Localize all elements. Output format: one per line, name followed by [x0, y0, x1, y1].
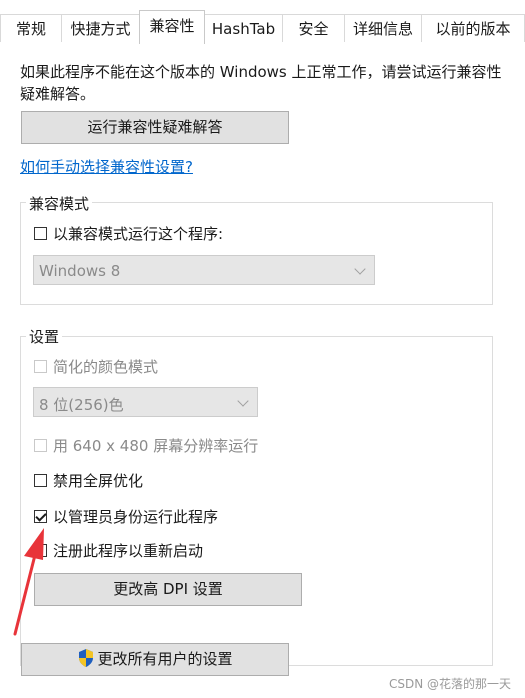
manual-settings-link[interactable]: 如何手动选择兼容性设置?: [20, 156, 193, 177]
tab-previous-versions[interactable]: 以前的版本: [421, 14, 525, 42]
color-mode-select[interactable]: 8 位(256)色: [33, 387, 258, 417]
run-troubleshooter-button[interactable]: 运行兼容性疑难解答: [21, 111, 289, 144]
compat-mode-option[interactable]: 以兼容模式运行这个程序:: [34, 223, 223, 244]
os-version-select[interactable]: Windows 8: [33, 255, 375, 285]
settings-group: [20, 336, 493, 666]
intro-text: 如果此程序不能在这个版本的 Windows 上正常工作，请尝试运行兼容性疑难解答…: [20, 63, 502, 103]
tab-details[interactable]: 详细信息: [344, 14, 422, 42]
chevron-down-icon: [354, 263, 366, 275]
compat-mode-checkbox-label: 以兼容模式运行这个程序:: [53, 225, 224, 243]
run-as-admin-checkbox[interactable]: [34, 510, 47, 523]
run-as-admin-label: 以管理员身份运行此程序: [53, 508, 219, 526]
os-version-value: Windows 8: [39, 262, 121, 280]
change-all-users-button[interactable]: 更改所有用户的设置: [21, 643, 289, 676]
tab-hashtab[interactable]: HashTab: [204, 14, 283, 42]
tab-bar: 常规 快捷方式 兼容性 HashTab 安全 详细信息 以前的版本: [0, 0, 525, 44]
compat-mode-checkbox[interactable]: [34, 227, 47, 240]
fullscreen-optimization-checkbox[interactable]: [34, 474, 47, 487]
compat-mode-label: 兼容模式: [26, 193, 93, 214]
register-restart-label: 注册此程序以重新启动: [53, 542, 204, 560]
fullscreen-optimization-label: 禁用全屏优化: [53, 472, 144, 490]
reduced-color-option[interactable]: 简化的颜色模式: [34, 356, 158, 377]
resolution-option[interactable]: 用 640 x 480 屏幕分辨率运行: [34, 435, 258, 456]
reduced-color-label: 简化的颜色模式: [53, 358, 159, 376]
resolution-checkbox[interactable]: [34, 439, 47, 452]
fullscreen-optimization-option[interactable]: 禁用全屏优化: [34, 470, 143, 491]
tab-general[interactable]: 常规: [0, 14, 62, 42]
run-as-admin-option[interactable]: 以管理员身份运行此程序: [34, 506, 218, 527]
color-mode-value: 8 位(256)色: [39, 396, 124, 414]
compat-mode-group: [20, 202, 493, 305]
chevron-down-icon: [237, 395, 249, 407]
uac-shield-icon: [79, 649, 94, 667]
tab-shortcut[interactable]: 快捷方式: [61, 14, 140, 42]
tab-security[interactable]: 安全: [282, 14, 345, 42]
change-all-users-label: 更改所有用户的设置: [97, 650, 233, 668]
tab-content: 如果此程序不能在这个版本的 Windows 上正常工作，请尝试运行兼容性疑难解答…: [0, 43, 525, 698]
register-restart-checkbox[interactable]: [34, 544, 47, 557]
properties-dialog: 常规 快捷方式 兼容性 HashTab 安全 详细信息 以前的版本 如果此程序不…: [0, 0, 525, 698]
change-dpi-button[interactable]: 更改高 DPI 设置: [34, 573, 302, 606]
tab-compatibility[interactable]: 兼容性: [139, 10, 205, 44]
settings-label: 设置: [26, 326, 63, 347]
watermark: CSDN @花落的那一天: [388, 677, 511, 691]
resolution-label: 用 640 x 480 屏幕分辨率运行: [53, 437, 259, 455]
reduced-color-checkbox[interactable]: [34, 360, 47, 373]
register-restart-option[interactable]: 注册此程序以重新启动: [34, 540, 203, 561]
